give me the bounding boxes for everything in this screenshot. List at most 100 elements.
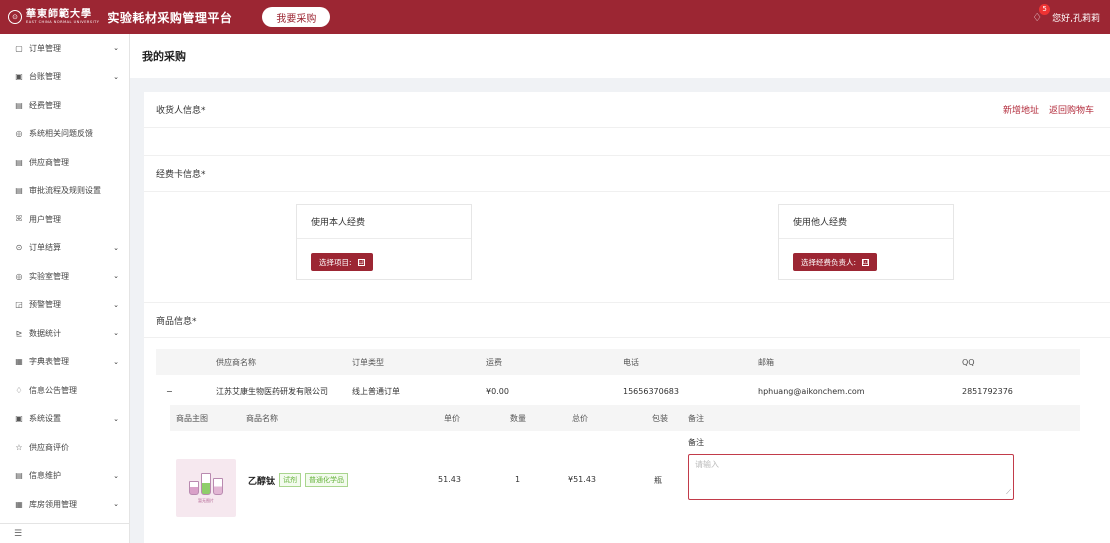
select-project-button[interactable]: 选择项目: ⊡ xyxy=(311,253,373,271)
sidebar-item[interactable]: ⊵ 数据统计 ⌄ xyxy=(0,319,129,348)
select-fund-manager-button[interactable]: 选择经费负责人: ⊡ xyxy=(793,253,878,271)
logo-emblem-icon: ⊙ xyxy=(8,10,22,24)
app-title: 实验耗材采购管理平台 xyxy=(107,10,233,25)
sidebar-item-label: 系统相关问题反馈 xyxy=(29,129,93,139)
university-name-cn: 華東師範大學 xyxy=(26,8,92,20)
col-supplier-name: 供应商名称 xyxy=(216,357,256,367)
sidebar-item-icon: ▣ xyxy=(15,414,23,424)
page-title: 我的采购 xyxy=(130,34,1110,78)
sidebar-item-icon: ꕤ xyxy=(15,214,23,224)
chevron-down-icon[interactable]: ⌄ xyxy=(113,358,119,366)
select-project-label: 选择项目: xyxy=(319,257,352,267)
col-item-name: 商品名称 xyxy=(246,413,278,423)
goods-section-header: 商品信息* xyxy=(144,302,1110,338)
col-freight: 运费 xyxy=(486,357,502,367)
remark-textarea[interactable]: 请输入 ⟋ xyxy=(688,454,1014,500)
sidebar-item-icon: ⊙ xyxy=(15,243,23,253)
sidebar-item-label: 供应商管理 xyxy=(29,157,69,167)
back-to-cart-link[interactable]: 返回购物车 xyxy=(1049,103,1094,116)
sidebar-item[interactable]: ◎ 系统相关问题反馈 xyxy=(0,120,129,149)
other-funding-title: 使用他人经费 xyxy=(779,205,953,239)
sidebar-item[interactable]: ◎ 实验室管理 ⌄ xyxy=(0,262,129,291)
chevron-down-icon[interactable]: ⌄ xyxy=(113,244,119,252)
sidebar-item[interactable]: ꕤ 用户管理 xyxy=(0,205,129,234)
col-qq: QQ xyxy=(962,357,975,367)
sidebar-item-icon: ▤ xyxy=(15,471,23,481)
chevron-down-icon[interactable]: ⌄ xyxy=(113,73,119,81)
receiver-section-title: 收货人信息* xyxy=(156,106,206,116)
sidebar-item[interactable]: ▦ 字典表管理 ⌄ xyxy=(0,348,129,377)
sidebar-item-label: 审批流程及规则设置 xyxy=(29,186,101,196)
select-fund-manager-label: 选择经费负责人: xyxy=(801,257,857,267)
sidebar-collapse-icon[interactable]: ☰ xyxy=(0,523,130,543)
sidebar-item-label: 订单结算 xyxy=(29,243,61,253)
sidebar-item[interactable]: ▤ 经费管理 xyxy=(0,91,129,120)
sidebar-item-label: 供应商评价 xyxy=(29,442,69,452)
supplier-row: − 江苏艾康生物医药研发有限公司 线上普通订单 ¥0.00 1565637068… xyxy=(156,379,1080,403)
total-price: ¥51.43 xyxy=(568,475,596,484)
order-type: 线上普通订单 xyxy=(352,386,400,396)
sidebar-item-icon: ▦ xyxy=(15,499,23,509)
sidebar-item-label: 库房领用管理 xyxy=(29,499,77,509)
main-content: 收货人信息* 新增地址 返回购物车 经费卡信息* 使用本人经费 选择项目: ⊡ … xyxy=(144,92,1110,543)
sidebar-item-label: 字典表管理 xyxy=(29,357,69,367)
sidebar-item[interactable]: ▣ 系统设置 ⌄ xyxy=(0,405,129,434)
chevron-down-icon[interactable]: ⌄ xyxy=(113,44,119,52)
chevron-down-icon[interactable]: ⌄ xyxy=(113,415,119,423)
sidebar-item-label: 订单管理 xyxy=(29,43,61,53)
funding-section-header: 经费卡信息* xyxy=(144,156,1110,192)
remark-label: 备注 xyxy=(688,438,704,447)
sidebar-item[interactable]: ▤ 信息维护 ⌄ xyxy=(0,462,129,491)
purchase-button[interactable]: 我要采购 xyxy=(262,7,331,27)
goods-section-title: 商品信息* xyxy=(156,316,197,327)
notification-bell-icon[interactable]: ♢ 5 xyxy=(1032,3,1051,24)
sidebar-item[interactable]: ▤ 供应商管理 xyxy=(0,148,129,177)
sidebar-item-icon: ◲ xyxy=(15,300,23,310)
chevron-down-icon[interactable]: ⌄ xyxy=(113,500,119,508)
chevron-down-icon[interactable]: ⌄ xyxy=(113,329,119,337)
supplier-email: hphuang@aikonchem.com xyxy=(758,386,865,396)
sidebar-item[interactable]: ◲ 预警管理 ⌄ xyxy=(0,291,129,320)
notification-count-badge: 5 xyxy=(1039,3,1051,15)
col-order-type: 订单类型 xyxy=(352,357,384,367)
sidebar-item[interactable]: ⊙ 订单结算 ⌄ xyxy=(0,234,129,263)
product-name[interactable]: 乙醇钛 xyxy=(248,474,275,487)
sidebar-item-icon: ▤ xyxy=(15,157,23,167)
sidebar-item[interactable]: ▢ 订单管理 ⌄ xyxy=(0,34,129,63)
chevron-down-icon[interactable]: ⌄ xyxy=(113,472,119,480)
university-name-en: EAST CHINA NORMAL UNIVERSITY xyxy=(26,19,100,24)
sidebar-item[interactable]: ▣ 台账管理 ⌄ xyxy=(0,63,129,92)
sidebar-item-icon: ▦ xyxy=(15,357,23,367)
col-email: 邮箱 xyxy=(758,357,774,367)
sidebar-item-label: 数据统计 xyxy=(29,328,61,338)
user-greeting[interactable]: 您好,孔莉莉 xyxy=(1052,11,1100,24)
sidebar-item[interactable]: ☆ 供应商评价 xyxy=(0,433,129,462)
chevron-down-icon[interactable]: ⌄ xyxy=(113,301,119,309)
sidebar-item-label: 信息维护 xyxy=(29,471,61,481)
sidebar-item[interactable]: ▦ 库房领用管理 ⌄ xyxy=(0,490,129,519)
col-item-image: 商品主图 xyxy=(176,413,208,423)
product-image[interactable]: 暂无图片 xyxy=(176,459,236,517)
sidebar-item-label: 实验室管理 xyxy=(29,271,69,281)
freight-value: ¥0.00 xyxy=(486,386,509,396)
sidebar-item[interactable]: ▤ 审批流程及规则设置 xyxy=(0,177,129,206)
add-address-link[interactable]: 新增地址 xyxy=(1003,103,1039,116)
reagent-tag: 试剂 xyxy=(279,473,302,487)
chevron-down-icon[interactable]: ⌄ xyxy=(113,272,119,280)
university-logo[interactable]: ⊙ 華東師範大學 EAST CHINA NORMAL UNIVERSITY xyxy=(8,8,100,25)
sidebar-item-label: 信息公告管理 xyxy=(29,385,77,395)
col-quantity: 数量 xyxy=(510,413,526,423)
collapse-toggle-icon[interactable]: − xyxy=(166,379,173,403)
select-box-icon: ⊡ xyxy=(862,258,870,266)
receiver-section-body xyxy=(144,128,1110,156)
other-funding-card: 使用他人经费 选择经费负责人: ⊡ xyxy=(778,204,954,280)
sidebar-item-icon: ▢ xyxy=(15,43,23,53)
resize-handle-icon[interactable]: ⟋ xyxy=(1006,488,1011,497)
sidebar-item[interactable]: ♢ 信息公告管理 xyxy=(0,376,129,405)
chemical-category-tag: 普通化学品 xyxy=(305,473,349,487)
sidebar-item-icon: ▣ xyxy=(15,72,23,82)
receiver-section-header: 收货人信息* 新增地址 返回购物车 xyxy=(144,92,1110,128)
supplier-phone: 15656370683 xyxy=(623,386,679,396)
sidebar-item-label: 用户管理 xyxy=(29,214,61,224)
item-row: 暂无图片 乙醇钛 试剂 普通化学品 51.43 1 ¥51.43 瓶 备注 请输… xyxy=(170,431,1080,543)
